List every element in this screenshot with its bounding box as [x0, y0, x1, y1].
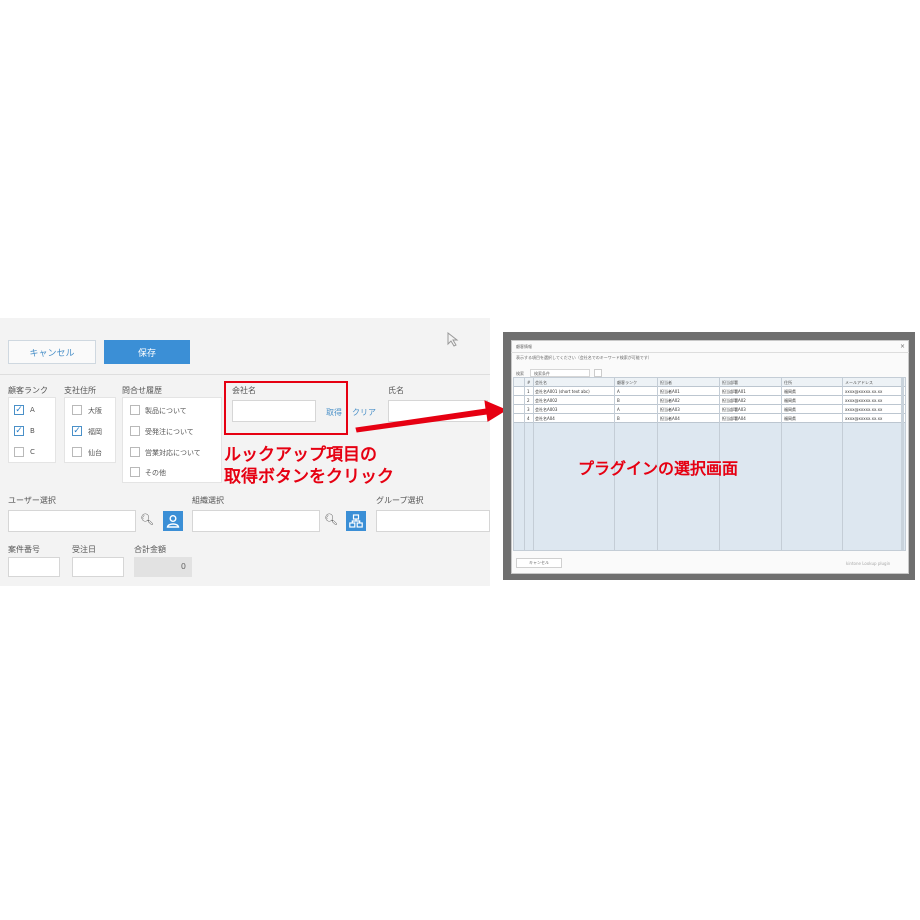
table-row[interactable]: 2 会社名A002 B 担当者A02 担当部署A02 福岡県 xxxx@xxxx…	[514, 396, 905, 405]
cell-dept: 担当部署A04	[722, 416, 746, 421]
cell-rank: A	[617, 407, 620, 412]
col-header-address: 住所	[784, 380, 792, 385]
cell-address: 福岡県	[784, 407, 796, 412]
cell-email: xxxx@xxxxx.xx.xx	[845, 416, 883, 421]
cell-person: 担当者A01	[660, 389, 680, 394]
cell-rank: A	[617, 389, 620, 394]
cell-num: 4	[527, 416, 530, 421]
table-row[interactable]: 3 会社名A003 A 担当者A03 担当部署A03 福岡県 xxxx@xxxx…	[514, 405, 905, 414]
cell-rank: B	[617, 398, 620, 403]
cell-company: 会社名A001 (short text abc)	[535, 389, 590, 394]
cell-person: 担当者A03	[660, 407, 680, 412]
cell-person: 担当者A02	[660, 398, 680, 403]
table-row[interactable]: 1 会社名A001 (short text abc) A 担当者A01 担当部署…	[514, 387, 905, 396]
table-header-row: # 会社名 顧客ランク 担当者 担当部署 住所 メールアドレス	[514, 378, 905, 387]
col-divider	[533, 378, 534, 550]
cell-dept: 担当部署A02	[722, 398, 746, 403]
dialog-footer-note: kintone Lookup plugin	[846, 561, 891, 566]
cell-email: xxxx@xxxxx.xx.xx	[845, 407, 883, 412]
col-divider	[842, 378, 843, 550]
dialog-close-button[interactable]: ×	[900, 343, 905, 350]
dialog-search-button[interactable]	[594, 369, 602, 377]
col-header-email: メールアドレス	[845, 380, 873, 385]
dialog-search-input[interactable]: 検索条件	[530, 369, 590, 377]
cell-address: 福岡県	[784, 416, 796, 421]
cell-address: 福岡県	[784, 398, 796, 403]
col-divider	[781, 378, 782, 550]
col-header-company: 会社名	[535, 380, 547, 385]
dialog-cancel-button[interactable]: キャンセル	[516, 558, 562, 568]
cell-person: 担当者A04	[660, 416, 680, 421]
cell-num: 3	[527, 407, 530, 412]
col-header-num: #	[527, 380, 531, 385]
table-row[interactable]: 4 会社名A04 B 担当者A04 担当部署A04 福岡県 xxxx@xxxxx…	[514, 414, 905, 423]
col-header-dept: 担当部署	[722, 380, 738, 385]
cell-company: 会社名A003	[535, 407, 558, 412]
cell-company: 会社名A04	[535, 416, 555, 421]
cell-company: 会社名A002	[535, 398, 558, 403]
cell-num: 1	[527, 389, 530, 394]
table-scrollbar[interactable]	[901, 378, 904, 550]
cell-email: xxxx@xxxxx.xx.xx	[845, 389, 883, 394]
cell-email: xxxx@xxxxx.xx.xx	[845, 398, 883, 403]
cell-address: 福岡県	[784, 389, 796, 394]
cell-dept: 担当部署A03	[722, 407, 746, 412]
cell-dept: 担当部署A01	[722, 389, 746, 394]
cell-num: 2	[527, 398, 530, 403]
col-header-rank: 顧客ランク	[617, 380, 637, 385]
col-header-person: 担当者	[660, 380, 672, 385]
col-divider	[524, 378, 525, 550]
dialog-title: 顧客情報	[516, 344, 532, 349]
dialog-title-divider	[511, 352, 909, 353]
plugin-caption: プラグインの選択画面	[578, 459, 739, 478]
cell-rank: B	[617, 416, 620, 421]
dialog-note: 表示する項目を選択してください（会社名でのキーワード検索が可能です）	[516, 355, 652, 360]
